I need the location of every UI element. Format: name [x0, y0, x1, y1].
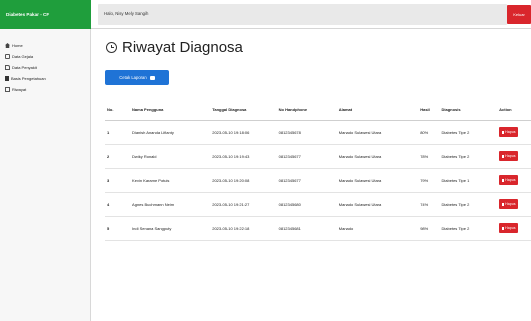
- main-content: Riwayat Diagnosa Cetak Laporan No. Nama …: [92, 29, 531, 321]
- column-header-alamat[interactable]: Alamat: [336, 100, 419, 121]
- sidebar-item-label: Data Penyakit: [12, 65, 37, 70]
- cell-nama: Indi Senana Sangputy: [130, 216, 211, 241]
- cell-no: 2: [105, 144, 131, 169]
- delete-label: Hapus: [505, 178, 516, 182]
- cell-hp: 0812345681: [276, 216, 337, 241]
- cell-hasil: 79%: [418, 168, 440, 193]
- print-report-button[interactable]: Cetak Laporan: [105, 70, 169, 85]
- column-header-tanggal[interactable]: Tanggal Diagnosa: [210, 100, 277, 121]
- cell-no: 3: [105, 168, 131, 193]
- sidebar-item-riwayat[interactable]: Riwayat: [0, 84, 90, 95]
- print-report-label: Cetak Laporan: [119, 75, 147, 80]
- sidebar-item-data-gejala[interactable]: Data Gejala: [0, 51, 90, 62]
- cell-diagnosis: Diabetes Tipe 1: [439, 168, 498, 193]
- delete-label: Hapus: [505, 202, 516, 206]
- sidebar-item-label: Basis Pengetahuan: [11, 76, 46, 81]
- column-header-action: Action: [497, 100, 531, 121]
- print-icon: [149, 75, 155, 80]
- cell-alamat: Manado Sulawesi Utara: [336, 192, 419, 217]
- cell-alamat: Manado Sulawesi Utara: [336, 144, 419, 169]
- sidebar-item-data-penyakit[interactable]: Data Penyakit: [0, 62, 90, 73]
- cell-tanggal: 2023-05-10 19:22:18: [210, 216, 277, 241]
- brand-logo[interactable]: Diabetes Pakar - CF: [0, 0, 91, 29]
- delete-button[interactable]: Hapus: [499, 223, 519, 233]
- column-header-diagnosis[interactable]: Diagnosis: [439, 100, 498, 121]
- cell-action: Hapus: [497, 216, 531, 241]
- sidebar-item-label: Riwayat: [12, 87, 27, 92]
- user-greeting: Halo, Nisy Mely Sangih: [104, 11, 149, 16]
- trash-icon: [501, 178, 505, 182]
- delete-label: Hapus: [505, 130, 516, 134]
- table-header-row: No. Nama Pengguna Tanggal Diagnosa No Ha…: [105, 100, 531, 121]
- trash-icon: [501, 154, 505, 158]
- trash-icon: [501, 202, 505, 206]
- cell-hp: 0812345680: [276, 192, 337, 217]
- cell-tanggal: 2023-05-10 19:20:08: [210, 168, 277, 193]
- page-title-text: Riwayat Diagnosa: [122, 39, 243, 56]
- cell-hasil: 98%: [418, 216, 440, 241]
- cell-nama: Dianish Ananda Lifianty: [130, 120, 211, 145]
- cell-tanggal: 2023-05-10 19:19:43: [210, 144, 277, 169]
- sidebar-item-label: Data Gejala: [12, 54, 34, 59]
- column-header-no[interactable]: No.: [105, 100, 131, 121]
- cell-hp: 0812345677: [276, 144, 337, 169]
- page-title: Riwayat Diagnosa: [106, 39, 243, 56]
- top-navbar: Diabetes Pakar - CF Halo, Nisy Mely Sang…: [0, 0, 531, 29]
- cell-no: 1: [105, 120, 131, 145]
- cell-tanggal: 2023-05-10 19:21:27: [210, 192, 277, 217]
- cell-hasil: 80%: [418, 120, 440, 145]
- cell-hasil: 78%: [418, 144, 440, 169]
- cell-diagnosis: Diabetes Tipe 2: [439, 192, 498, 217]
- cell-alamat: Manado: [336, 216, 419, 241]
- cell-diagnosis: Diabetes Tipe 2: [439, 120, 498, 145]
- cell-diagnosis: Diabetes Tipe 2: [439, 216, 498, 241]
- column-header-hasil[interactable]: Hasil: [418, 100, 440, 121]
- cell-action: Hapus: [497, 192, 531, 217]
- cell-alamat: Manado Sulawesi Utara: [336, 168, 419, 193]
- cell-nama: Dwiky Ronald: [130, 144, 211, 169]
- table-row: 5 Indi Senana Sangputy 2023-05-10 19:22:…: [105, 216, 531, 241]
- cell-hp: 0812345677: [276, 168, 337, 193]
- sidebar: Home Data Gejala Data Penyakit Basis Pen…: [0, 29, 91, 321]
- table-row: 4 Agnes Buchmann Neim 2023-05-10 19:21:2…: [105, 192, 531, 217]
- cell-nama: Kevin Karame Potuis: [130, 168, 211, 193]
- cell-action: Hapus: [497, 144, 531, 169]
- delete-button[interactable]: Hapus: [499, 151, 519, 161]
- cell-hp: 0812345678: [276, 120, 337, 145]
- delete-label: Hapus: [505, 154, 516, 158]
- cell-no: 5: [105, 216, 131, 241]
- cell-action: Hapus: [497, 120, 531, 145]
- delete-label: Hapus: [505, 226, 516, 230]
- cell-no: 4: [105, 192, 131, 217]
- delete-button[interactable]: Hapus: [499, 199, 519, 209]
- table-row: 2 Dwiky Ronald 2023-05-10 19:19:43 08123…: [105, 144, 531, 169]
- clock-icon: [106, 42, 117, 53]
- home-icon: [5, 43, 10, 48]
- trash-icon: [501, 226, 505, 230]
- column-header-hp[interactable]: No Handphone: [276, 100, 337, 121]
- file-icon: [5, 65, 10, 70]
- sidebar-item-label: Home: [12, 43, 23, 48]
- delete-button[interactable]: Hapus: [499, 175, 519, 185]
- table-row: 3 Kevin Karame Potuis 2023-05-10 19:20:0…: [105, 168, 531, 193]
- navbar-strip: Halo, Nisy Mely Sangih: [98, 4, 507, 25]
- cell-action: Hapus: [497, 168, 531, 193]
- cell-nama: Agnes Buchmann Neim: [130, 192, 211, 217]
- cell-hasil: 74%: [418, 192, 440, 217]
- list-icon: [5, 54, 10, 59]
- history-table: No. Nama Pengguna Tanggal Diagnosa No Ha…: [105, 100, 531, 241]
- table-row: 1 Dianish Ananda Lifianty 2023-05-10 19:…: [105, 120, 531, 145]
- column-header-nama[interactable]: Nama Pengguna: [130, 100, 211, 121]
- cell-diagnosis: Diabetes Tipe 2: [439, 144, 498, 169]
- trash-icon: [501, 130, 505, 134]
- sidebar-item-home[interactable]: Home: [0, 40, 90, 51]
- logout-button[interactable]: Keluar: [507, 5, 531, 24]
- cell-alamat: Manado Sulawesi Utara: [336, 120, 419, 145]
- cell-tanggal: 2023-05-10 19:18:06: [210, 120, 277, 145]
- document-icon: [5, 87, 10, 92]
- bar-icon: [5, 76, 9, 81]
- delete-button[interactable]: Hapus: [499, 127, 519, 137]
- sidebar-item-basis-pengetahuan[interactable]: Basis Pengetahuan: [0, 73, 90, 84]
